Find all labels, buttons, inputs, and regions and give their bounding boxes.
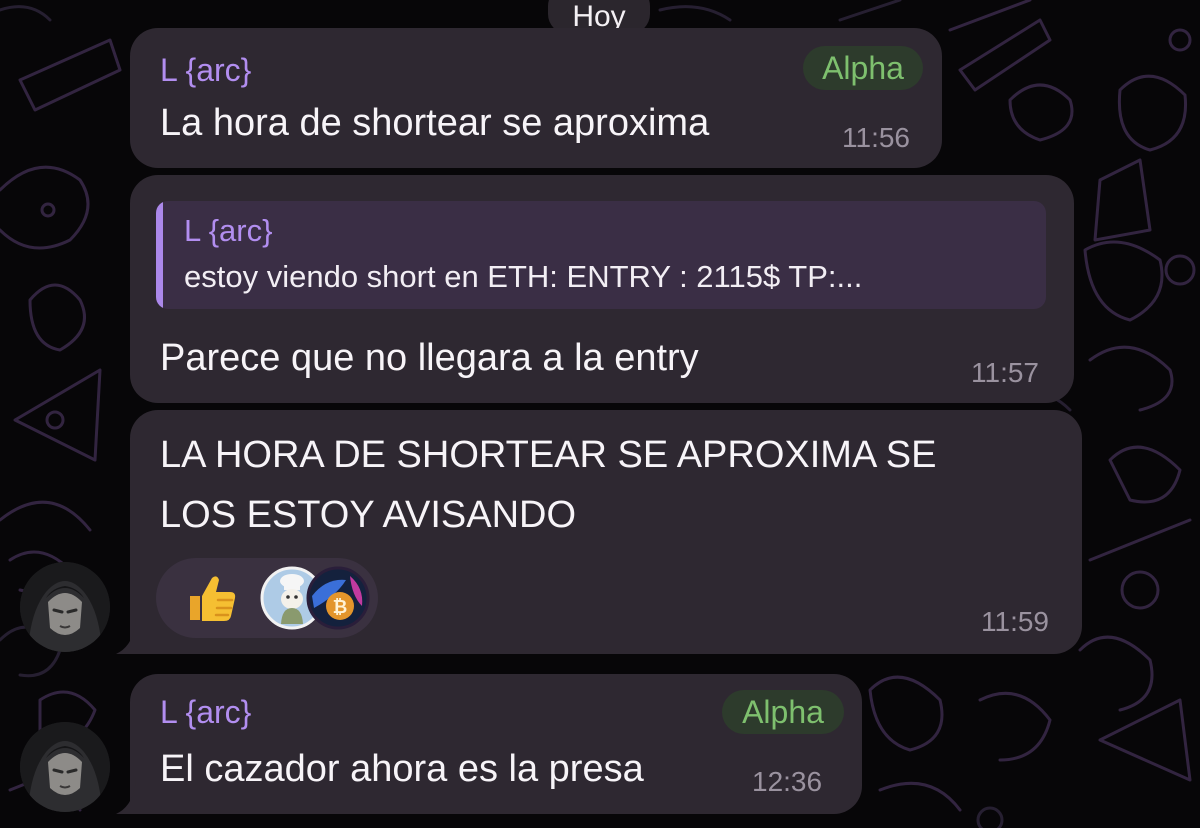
sender-avatar[interactable] bbox=[20, 562, 110, 652]
reply-text: estoy viendo short en ETH: ENTRY : 2115$… bbox=[184, 259, 863, 294]
message-bubble[interactable]: LA HORA DE SHORTEAR SE APROXIMA SE LOS E… bbox=[130, 410, 1082, 654]
message-bubble[interactable]: L {arc} Alpha La hora de shortear se apr… bbox=[130, 28, 942, 168]
svg-text:₿: ₿ bbox=[333, 597, 348, 618]
message-time: 12:36 bbox=[752, 766, 823, 797]
message-text: Parece que no llegara a la entry bbox=[160, 337, 699, 379]
role-badge: Alpha bbox=[803, 46, 923, 90]
message-text: El cazador ahora es la presa bbox=[160, 748, 644, 790]
message-bubble[interactable]: L {arc} Alpha El cazador ahora es la pre… bbox=[130, 674, 862, 814]
chat-view[interactable]: Hoy L {arc} Alpha La hora de shortear se… bbox=[0, 0, 1200, 828]
reactor-avatar-icon: ₿ bbox=[306, 566, 370, 630]
message-time: 11:57 bbox=[971, 357, 1039, 388]
avatar-portrait-icon bbox=[20, 722, 110, 812]
message-time: 11:56 bbox=[842, 122, 910, 153]
reply-sender-name: L {arc} bbox=[184, 213, 273, 248]
message-bubble[interactable]: L {arc} estoy viendo short en ETH: ENTRY… bbox=[130, 175, 1074, 403]
reply-quote-bar bbox=[156, 201, 163, 309]
thumbs-up-emoji-icon bbox=[190, 576, 236, 621]
message-text-line: LA HORA DE SHORTEAR SE APROXIMA SE bbox=[160, 434, 937, 476]
reply-quote[interactable]: L {arc} estoy viendo short en ETH: ENTRY… bbox=[156, 201, 1046, 309]
sender-avatar[interactable] bbox=[20, 722, 110, 812]
reaction-chip[interactable]: ₿ bbox=[156, 558, 378, 638]
role-badge: Alpha bbox=[722, 690, 844, 734]
sender-name[interactable]: L {arc} bbox=[160, 694, 251, 731]
message-text-line: LOS ESTOY AVISANDO bbox=[160, 494, 577, 536]
avatar-portrait-icon bbox=[20, 562, 110, 652]
message-time: 11:59 bbox=[981, 606, 1049, 637]
message-text: La hora de shortear se aproxima bbox=[160, 102, 710, 144]
bubble-tail bbox=[116, 618, 150, 654]
bubble-tail bbox=[116, 778, 150, 814]
sender-name[interactable]: L {arc} bbox=[160, 52, 251, 89]
